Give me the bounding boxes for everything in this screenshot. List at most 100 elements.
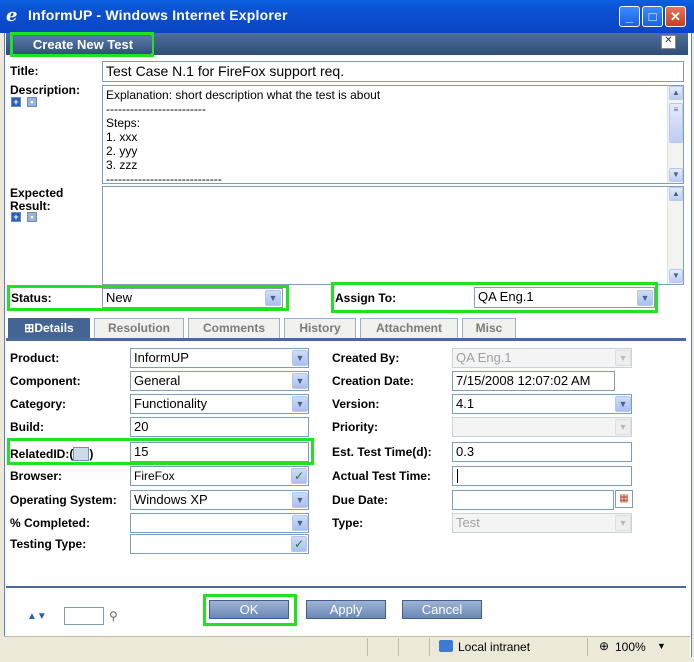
chevron-down-icon[interactable]: ▼ <box>265 290 281 306</box>
ie-logo-icon: e <box>6 5 18 26</box>
chevron-down-icon: ▼ <box>615 350 631 366</box>
expand-icon[interactable]: + <box>11 212 21 222</box>
tab-misc[interactable]: Misc <box>462 318 516 338</box>
chevron-down-icon[interactable]: ▼ <box>637 290 653 306</box>
status-label: Status: <box>11 291 52 305</box>
priority-select <box>452 417 632 437</box>
est-time-input[interactable]: 0.3 <box>452 442 632 462</box>
testing-type-label: Testing Type: <box>10 537 87 551</box>
tab-details[interactable]: ⊞Details <box>8 318 90 339</box>
dialog-close-icon[interactable]: ✕ <box>661 35 676 49</box>
chevron-down-icon[interactable]: ▼ <box>292 515 308 531</box>
due-date-label: Due Date: <box>332 493 389 507</box>
actual-time-input[interactable] <box>452 466 632 486</box>
product-label: Product: <box>10 351 60 365</box>
close-window-icon[interactable]: ✕ <box>665 6 686 27</box>
title-input[interactable]: Test Case N.1 for FireFox support req. <box>102 61 684 82</box>
cancel-button[interactable]: Cancel <box>402 600 482 619</box>
sort-arrows-icon[interactable]: ▲▼ <box>27 611 47 622</box>
title-label: Title: <box>10 64 39 78</box>
tab-expand-icon: ⊞ <box>24 321 35 335</box>
due-date-input[interactable] <box>452 490 614 510</box>
create-new-test-button[interactable]: Create New Test <box>14 36 152 53</box>
scroll-down-icon[interactable]: ▼ <box>669 168 683 182</box>
collapse-icon[interactable]: ▪ <box>27 212 37 222</box>
completed-label: % Completed: <box>10 516 91 530</box>
expand-icon[interactable]: + <box>11 97 21 107</box>
tab-comments[interactable]: Comments <box>188 318 280 338</box>
status-separator <box>587 638 588 656</box>
tab-history[interactable]: History <box>284 318 356 338</box>
window-title-bar: e InformUP - Windows Internet Explorer _… <box>0 0 694 33</box>
created-by-label: Created By: <box>332 351 400 365</box>
created-by-select: QA Eng.1 <box>452 348 632 368</box>
status-select[interactable]: New <box>102 288 283 308</box>
status-separator <box>367 638 368 656</box>
version-label: Version: <box>332 397 380 411</box>
testing-type-multiselect[interactable] <box>130 534 309 554</box>
component-select[interactable]: General <box>130 371 309 391</box>
minimize-icon[interactable]: _ <box>619 6 640 27</box>
creation-date-input[interactable]: 7/15/2008 12:07:02 AM <box>452 371 615 391</box>
browser-multiselect[interactable]: FireFox <box>130 466 309 486</box>
zone-label: Local intranet <box>458 640 531 654</box>
scroll-up-icon[interactable]: ▲ <box>669 86 683 100</box>
zoom-level[interactable]: 100% <box>615 640 646 654</box>
text-cursor <box>457 469 458 483</box>
related-id-input[interactable]: 15 <box>130 442 309 462</box>
chevron-down-icon: ▼ <box>615 419 631 435</box>
checkmark-icon[interactable]: ✓ <box>291 536 307 552</box>
lookup-icon[interactable] <box>73 447 90 461</box>
description-scrollbar[interactable]: ▲ ≡ ▼ <box>667 86 683 183</box>
collapse-icon[interactable]: ▪ <box>27 97 37 107</box>
scroll-down-icon[interactable]: ▼ <box>669 269 683 283</box>
description-label: Description: <box>10 83 81 97</box>
key-icon[interactable]: ⚲ <box>109 609 118 623</box>
related-id-label-text: RelatedID:( <box>10 447 74 461</box>
type-label: Type: <box>332 516 364 530</box>
chevron-down-icon[interactable]: ▼ <box>292 350 308 366</box>
tab-divider <box>6 338 686 341</box>
category-label: Category: <box>10 397 67 411</box>
checkmark-icon[interactable]: ✓ <box>291 468 307 484</box>
scroll-thumb[interactable]: ≡ <box>669 103 683 143</box>
tab-label: Details <box>34 321 74 335</box>
build-input[interactable]: 20 <box>130 417 309 437</box>
browser-label: Browser: <box>10 469 63 483</box>
priority-label: Priority: <box>332 420 379 434</box>
assign-to-select[interactable]: QA Eng.1 <box>474 287 655 308</box>
chevron-down-icon[interactable]: ▼ <box>615 396 631 412</box>
tab-attachment[interactable]: Attachment <box>360 318 458 338</box>
zoom-icon[interactable]: ⊕ <box>599 639 609 653</box>
intranet-icon <box>439 640 453 652</box>
product-select[interactable]: InformUP <box>130 348 309 368</box>
category-select[interactable]: Functionality <box>130 394 309 414</box>
completed-select[interactable] <box>130 513 309 533</box>
creation-date-label: Creation Date: <box>332 374 415 388</box>
related-id-label-close: ) <box>89 447 94 461</box>
scroll-up-icon[interactable]: ▲ <box>669 187 683 201</box>
chevron-down-icon[interactable]: ▼ <box>292 396 308 412</box>
status-separator <box>429 638 430 656</box>
related-id-label: RelatedID:() <box>10 447 93 461</box>
description-textarea[interactable]: Explanation: short description what the … <box>102 85 684 184</box>
maximize-icon[interactable]: □ <box>642 6 663 27</box>
chevron-down-icon: ▼ <box>615 515 631 531</box>
footer-divider <box>6 586 686 588</box>
chevron-down-icon[interactable]: ▼ <box>292 373 308 389</box>
expected-result-textarea[interactable] <box>102 186 684 285</box>
version-select[interactable]: 4.1 <box>452 394 632 414</box>
page-input[interactable] <box>64 607 104 625</box>
window-title: InformUP - Windows Internet Explorer <box>28 7 288 23</box>
chevron-down-icon[interactable]: ▼ <box>292 492 308 508</box>
calendar-icon[interactable]: ▦ <box>615 490 633 508</box>
actual-time-label: Actual Test Time: <box>332 469 431 483</box>
tab-resolution[interactable]: Resolution <box>94 318 184 338</box>
apply-button[interactable]: Apply <box>306 600 386 619</box>
zoom-dropdown-icon[interactable]: ▼ <box>657 641 666 651</box>
expected-scrollbar[interactable]: ▲ ▼ <box>667 187 683 284</box>
expected-label: Expected <box>10 186 64 200</box>
ok-button[interactable]: OK <box>209 600 289 619</box>
os-label: Operating System: <box>10 493 117 507</box>
os-select[interactable]: Windows XP <box>130 490 309 510</box>
